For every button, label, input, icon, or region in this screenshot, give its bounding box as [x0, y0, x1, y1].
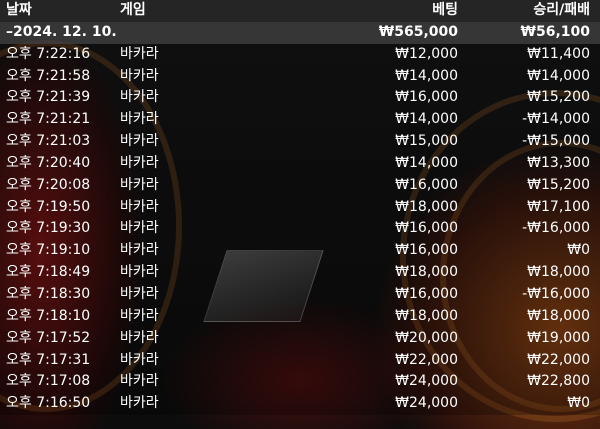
table-row[interactable]: 오후 7:19:30 바카라 ₩16,000 -₩16,000: [0, 218, 600, 241]
row-time: 오후 7:19:30: [6, 220, 91, 237]
table-row[interactable]: 오후 7:19:50 바카라 ₩18,000 ₩17,100: [0, 196, 600, 219]
row-game: 바카라: [120, 395, 159, 412]
table-row[interactable]: 오후 7:21:21 바카라 ₩14,000 -₩14,000: [0, 109, 600, 132]
row-result: ₩13,300: [527, 154, 590, 171]
row-bet: ₩16,000: [395, 176, 458, 193]
row-game: 바카라: [120, 329, 159, 346]
table-row[interactable]: 오후 7:21:58 바카라 ₩14,000 ₩14,000: [0, 65, 600, 88]
row-bet: ₩14,000: [395, 111, 458, 128]
row-game: 바카라: [120, 242, 159, 259]
row-game: 바카라: [120, 307, 159, 324]
row-time: 오후 7:16:50: [6, 395, 91, 412]
row-result: -₩16,000: [522, 220, 590, 237]
row-result: -₩15,000: [522, 133, 590, 150]
row-game: 바카라: [120, 373, 159, 390]
row-game: 바카라: [120, 67, 159, 84]
row-result: ₩14,000: [527, 67, 590, 84]
column-header-bet[interactable]: 베팅: [432, 0, 458, 22]
row-bet: ₩14,000: [395, 154, 458, 171]
row-result: ₩15,200: [527, 89, 590, 106]
table-row[interactable]: 오후 7:16:50 바카라 ₩24,000 ₩0: [0, 393, 600, 416]
table-row[interactable]: 오후 7:20:08 바카라 ₩16,000 ₩15,200: [0, 174, 600, 197]
row-bet: ₩15,000: [395, 133, 458, 150]
row-result: ₩17,100: [527, 198, 590, 215]
row-time: 오후 7:21:58: [6, 67, 91, 84]
row-result: -₩14,000: [522, 111, 590, 128]
row-result: ₩15,200: [527, 176, 590, 193]
summary-date: –2024. 12. 10.: [6, 23, 117, 40]
row-bet: ₩18,000: [395, 198, 458, 215]
row-time: 오후 7:22:16: [6, 45, 91, 62]
table-row[interactable]: 오후 7:18:10 바카라 ₩18,000 ₩18,000: [0, 305, 600, 328]
table-row[interactable]: 오후 7:21:03 바카라 ₩15,000 -₩15,000: [0, 131, 600, 153]
row-result: ₩11,400: [527, 45, 590, 62]
row-time: 오후 7:21:39: [6, 89, 91, 106]
row-game: 바카라: [120, 220, 159, 237]
row-time: 오후 7:18:10: [6, 307, 91, 324]
date-group-summary[interactable]: –2024. 12. 10. ₩565,000 ₩56,100: [0, 21, 600, 44]
row-time: 오후 7:19:10: [6, 242, 91, 259]
table-row[interactable]: 오후 7:20:40 바카라 ₩14,000 ₩13,300: [0, 152, 600, 175]
row-result: ₩18,000: [527, 264, 590, 281]
row-bet: ₩24,000: [395, 373, 458, 390]
row-game: 바카라: [120, 133, 159, 150]
column-header-game[interactable]: 게임: [120, 0, 146, 22]
row-bet: ₩18,000: [395, 307, 458, 324]
summary-bet-total: ₩565,000: [378, 23, 458, 40]
row-game: 바카라: [120, 264, 159, 281]
table-row[interactable]: 오후 7:21:39 바카라 ₩16,000 ₩15,200: [0, 87, 600, 110]
table-row[interactable]: 오후 7:17:52 바카라 ₩20,000 ₩19,000: [0, 327, 600, 350]
row-time: 오후 7:17:31: [6, 351, 91, 368]
row-time: 오후 7:20:40: [6, 154, 91, 171]
row-bet: ₩18,000: [395, 264, 458, 281]
row-bet: ₩14,000: [395, 67, 458, 84]
row-game: 바카라: [120, 198, 159, 215]
row-result: ₩19,000: [527, 329, 590, 346]
table-row[interactable]: 오후 7:18:30 바카라 ₩16,000 -₩16,000: [0, 283, 600, 306]
row-bet: ₩24,000: [395, 395, 458, 412]
row-game: 바카라: [120, 111, 159, 128]
table-row[interactable]: 오후 7:19:10 바카라 ₩16,000 ₩0: [0, 240, 600, 263]
row-bet: ₩16,000: [395, 220, 458, 237]
history-table: 날짜 게임 베팅 승리/패배 –2024. 12. 10. ₩565,000 ₩…: [0, 0, 600, 416]
row-game: 바카라: [120, 351, 159, 368]
row-result: ₩0: [567, 395, 590, 412]
row-time: 오후 7:18:30: [6, 285, 91, 302]
row-result: ₩18,000: [527, 307, 590, 324]
row-time: 오후 7:17:52: [6, 329, 91, 346]
table-row[interactable]: 오후 7:18:49 바카라 ₩18,000 ₩18,000: [0, 262, 600, 284]
row-result: ₩0: [567, 242, 590, 259]
row-game: 바카라: [120, 89, 159, 106]
row-bet: ₩16,000: [395, 242, 458, 259]
row-game: 바카라: [120, 176, 159, 193]
row-bet: ₩20,000: [395, 329, 458, 346]
table-header: 날짜 게임 베팅 승리/패배: [0, 0, 600, 22]
row-game: 바카라: [120, 285, 159, 302]
summary-result-total: ₩56,100: [520, 23, 590, 40]
row-time: 오후 7:20:08: [6, 176, 91, 193]
row-time: 오후 7:19:50: [6, 198, 91, 215]
row-time: 오후 7:17:08: [6, 373, 91, 390]
table-row[interactable]: 오후 7:17:08 바카라 ₩24,000 ₩22,800: [0, 371, 600, 394]
column-header-date[interactable]: 날짜: [6, 0, 32, 22]
row-bet: ₩22,000: [395, 351, 458, 368]
row-result: -₩16,000: [522, 285, 590, 302]
row-bet: ₩16,000: [395, 285, 458, 302]
row-result: ₩22,000: [527, 351, 590, 368]
row-game: 바카라: [120, 45, 159, 62]
row-time: 오후 7:21:03: [6, 133, 91, 150]
column-header-result[interactable]: 승리/패배: [533, 0, 590, 22]
row-game: 바카라: [120, 154, 159, 171]
row-time: 오후 7:21:21: [6, 111, 91, 128]
row-bet: ₩16,000: [395, 89, 458, 106]
table-row[interactable]: 오후 7:17:31 바카라 ₩22,000 ₩22,000: [0, 349, 600, 372]
table-row[interactable]: 오후 7:22:16 바카라 ₩12,000 ₩11,400: [0, 43, 600, 66]
row-bet: ₩12,000: [395, 45, 458, 62]
row-time: 오후 7:18:49: [6, 264, 91, 281]
row-result: ₩22,800: [527, 373, 590, 390]
